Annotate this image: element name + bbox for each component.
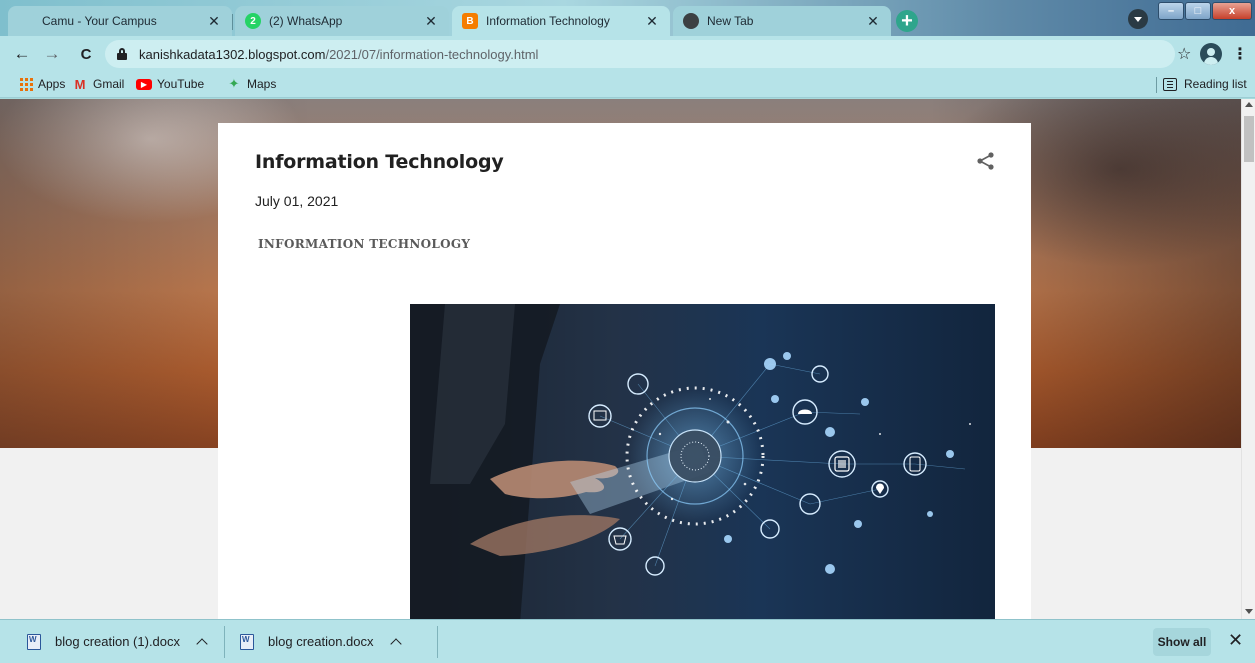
post-title[interactable]: Information Technology	[255, 151, 504, 173]
reading-list-label: Reading list	[1184, 77, 1247, 91]
lock-icon	[117, 48, 127, 60]
tab-close-icon[interactable]: ✕	[206, 13, 222, 29]
tab-camu[interactable]: Camu - Your Campus ✕	[8, 6, 232, 36]
chevron-up-icon[interactable]	[389, 638, 402, 650]
back-button[interactable]: ←	[10, 42, 34, 66]
bookmarks-separator	[1156, 77, 1157, 93]
chrome-icon	[683, 13, 699, 29]
reading-list-button[interactable]: Reading list	[1163, 77, 1247, 91]
page-viewport: Information Technology July 01, 2021 INF…	[0, 99, 1241, 619]
window-close-button[interactable]: x	[1212, 2, 1252, 20]
bookmarks-bar: Apps M Gmail ▶ YouTube ✦ Maps Reading li…	[0, 72, 1255, 98]
bookmark-gmail[interactable]: M Gmail	[72, 76, 125, 92]
bookmark-apps[interactable]: Apps	[20, 77, 65, 91]
download-item[interactable]: blog creation.docx	[240, 620, 402, 663]
chevron-up-icon[interactable]	[196, 638, 208, 650]
maximize-button[interactable]: □	[1185, 2, 1211, 20]
close-icon[interactable]: ✕	[1228, 630, 1243, 651]
tab-title: Camu - Your Campus	[42, 14, 157, 28]
bookmark-label: Gmail	[93, 77, 125, 91]
download-shelf: blog creation (1).docx blog creation.doc…	[0, 619, 1255, 663]
download-separator	[437, 626, 438, 658]
tab-close-icon[interactable]: ✕	[644, 13, 660, 29]
camu-icon	[18, 13, 34, 29]
download-filename: blog creation (1).docx	[55, 634, 181, 649]
post-image[interactable]	[410, 304, 995, 619]
word-document-icon	[240, 633, 254, 650]
youtube-icon: ▶	[136, 78, 152, 90]
gmail-icon: M	[74, 76, 86, 92]
post-card: Information Technology July 01, 2021 INF…	[218, 123, 1031, 619]
maps-icon: ✦	[228, 76, 240, 91]
reading-list-icon	[1163, 77, 1177, 91]
show-all-downloads-button[interactable]: Show all	[1153, 628, 1211, 656]
scroll-down-arrow-icon[interactable]	[1245, 609, 1253, 614]
url-host: kanishkadata1302.blogspot.com	[139, 46, 326, 62]
tab-whatsapp[interactable]: 2 (2) WhatsApp ✕	[235, 6, 449, 36]
scroll-thumb[interactable]	[1244, 116, 1254, 162]
share-icon[interactable]	[976, 151, 996, 171]
tab-title: (2) WhatsApp	[269, 14, 343, 28]
tab-new-tab[interactable]: New Tab ✕	[673, 6, 891, 36]
forward-button[interactable]: →	[40, 42, 64, 66]
tab-separator	[232, 14, 233, 30]
bookmark-label: Apps	[38, 77, 66, 91]
reload-button[interactable]: C	[74, 42, 98, 66]
title-bar: Camu - Your Campus ✕ 2 (2) WhatsApp ✕ B …	[0, 0, 1255, 36]
apps-grid-icon	[20, 77, 33, 91]
new-tab-button[interactable]: +	[896, 10, 918, 32]
word-document-icon	[27, 633, 41, 650]
bookmark-youtube[interactable]: ▶ YouTube	[136, 77, 204, 91]
download-separator	[224, 626, 225, 658]
tab-title: Information Technology	[486, 14, 610, 28]
bookmark-maps[interactable]: ✦ Maps	[226, 76, 277, 91]
download-filename: blog creation.docx	[268, 634, 374, 649]
avatar-body	[1204, 57, 1218, 65]
minimize-button[interactable]: –	[1158, 2, 1184, 20]
bookmark-label: YouTube	[157, 77, 205, 91]
tab-close-icon[interactable]: ✕	[423, 13, 439, 29]
address-bar[interactable]: kanishkadata1302.blogspot.com/2021/07/in…	[105, 40, 1175, 68]
avatar-head	[1207, 48, 1215, 56]
post-heading: INFORMATION TECHNOLOGY	[258, 237, 471, 251]
bookmark-label: Maps	[247, 77, 277, 91]
profile-avatar[interactable]	[1200, 43, 1222, 65]
tab-information-technology[interactable]: B Information Technology ✕	[452, 6, 670, 36]
page-scrollbar[interactable]	[1241, 99, 1255, 619]
tab-close-icon[interactable]: ✕	[865, 13, 881, 29]
url-path: /2021/07/information-technology.html	[325, 46, 539, 62]
technology-network-illustration	[410, 304, 971, 619]
bookmark-star-icon[interactable]: ☆	[1177, 44, 1191, 64]
download-item[interactable]: blog creation (1).docx	[27, 620, 208, 663]
chevron-down-icon	[1134, 16, 1142, 22]
tab-title: New Tab	[707, 14, 754, 28]
blogger-icon: B	[462, 13, 478, 29]
tab-search-button[interactable]	[1128, 9, 1148, 29]
toolbar: ← → C kanishkadata1302.blogspot.com/2021…	[0, 36, 1255, 72]
browser-menu-icon[interactable]: ⋮	[1232, 44, 1248, 64]
whatsapp-icon: 2	[245, 13, 261, 29]
scroll-up-arrow-icon[interactable]	[1245, 102, 1253, 107]
post-date: July 01, 2021	[255, 193, 339, 209]
